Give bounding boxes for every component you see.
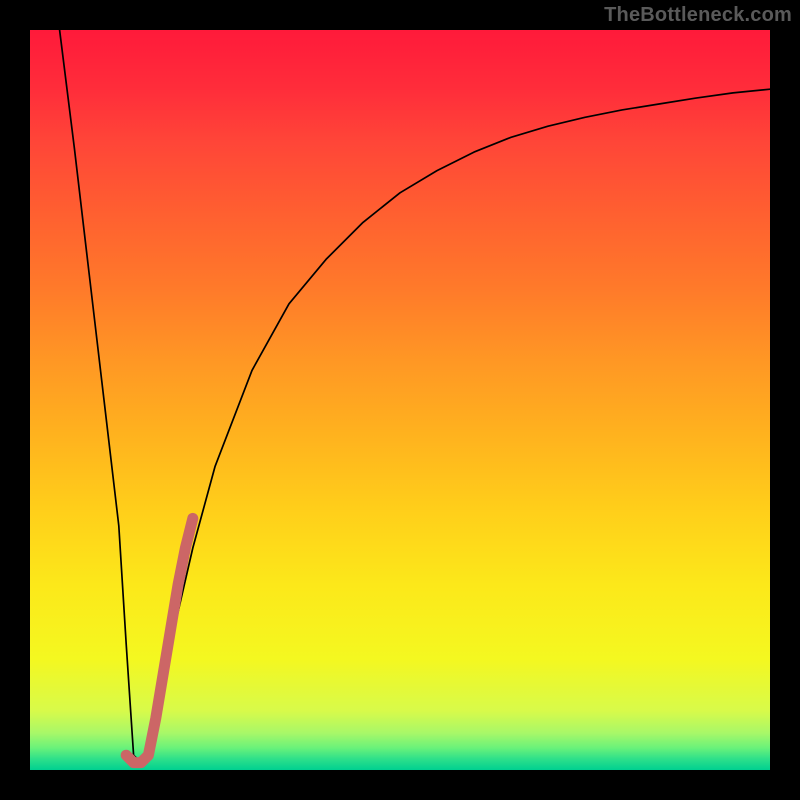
curve-layer (30, 30, 770, 770)
highlight-segment (126, 518, 193, 762)
plot-area (30, 30, 770, 770)
chart-container: TheBottleneck.com (0, 0, 800, 800)
watermark-text: TheBottleneck.com (604, 4, 792, 27)
